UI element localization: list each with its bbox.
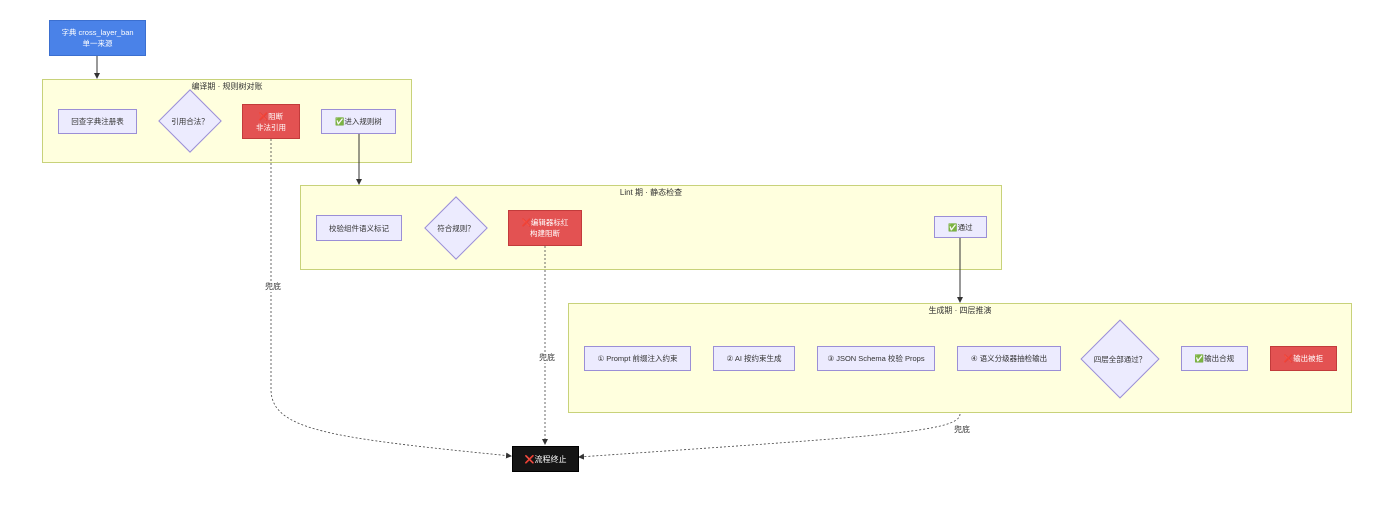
output-compliant-node[interactable]: ✅输出合规 xyxy=(1181,346,1248,371)
all-layers-pass-decision[interactable]: 四层全部通过？ xyxy=(1080,319,1160,399)
editor-highlight-block-node[interactable]: ❌编辑器标红 构建阻断 xyxy=(508,210,582,246)
process-terminated-node[interactable]: ❌流程终止 xyxy=(512,446,579,472)
enter-rule-tree-node[interactable]: ✅进入规则树 xyxy=(321,109,396,134)
output-rejected-node[interactable]: ❌输出被拒 xyxy=(1270,346,1337,371)
flowchart-canvas: 编译期 · 规则树对账 Lint 期 · 静态检查 生成期 · 四层推演 字典 … xyxy=(0,0,1400,505)
reference-valid-decision[interactable]: 引用合法？ xyxy=(158,89,222,153)
cross-mark-icon: ❌ xyxy=(524,454,535,464)
check-mark-icon: ✅ xyxy=(1194,354,1205,363)
fallback-label-generation: 兜底 xyxy=(953,425,971,435)
ai-generate-step-node[interactable]: ② AI 按约束生成 xyxy=(713,346,795,371)
fallback-label-compile: 兜底 xyxy=(264,282,282,292)
source-dictionary-label: 字典 cross_layer_ban xyxy=(61,28,134,37)
cross-mark-icon: ❌ xyxy=(521,218,531,227)
lint-pass-node[interactable]: ✅通过 xyxy=(934,216,987,238)
lookup-registry-node[interactable]: 回查字典注册表 xyxy=(58,109,137,134)
validate-semantic-markers-node[interactable]: 校验组件语义标记 xyxy=(316,215,402,241)
edge-compile-block-fallback xyxy=(270,139,512,459)
edges-layer xyxy=(94,56,963,460)
semantic-sampler-step-node[interactable]: ④ 语义分级器抽检输出 xyxy=(957,346,1061,371)
cross-mark-icon: ❌ xyxy=(258,111,269,121)
rule-compliance-decision[interactable]: 符合规则？ xyxy=(424,196,488,260)
block-illegal-reference-node[interactable]: ❌阻断 非法引用 xyxy=(242,104,300,139)
source-dictionary-sublabel: 单一来源 xyxy=(82,39,113,48)
fallback-label-lint: 兜底 xyxy=(538,353,556,363)
cross-mark-icon: ❌ xyxy=(1283,354,1294,363)
source-dictionary-node[interactable]: 字典 cross_layer_ban 单一来源 xyxy=(49,20,146,56)
json-schema-step-node[interactable]: ③ JSON Schema 校验 Props xyxy=(817,346,935,371)
edge-generation-fallback xyxy=(578,413,961,460)
prompt-prefix-step-node[interactable]: ① Prompt 前缀注入约束 xyxy=(584,346,691,371)
check-mark-icon: ✅ xyxy=(948,222,958,232)
